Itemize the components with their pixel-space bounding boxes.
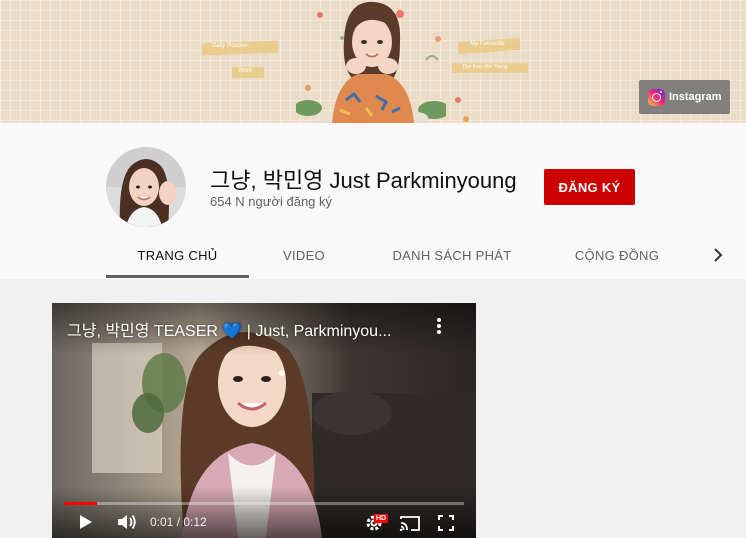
tab-community[interactable]: CỘNG ĐỒNG [558, 233, 676, 277]
video-title[interactable]: 그냥, 박민영 TEASER 💙 | Just, Parkminyou... [67, 317, 427, 341]
channel-header: 그냥, 박민영 Just Parkminyoung 654 N người đă… [0, 123, 746, 279]
tab-home[interactable]: TRANG CHỦ [106, 233, 249, 277]
banner-tag-3: My Favourite [470, 41, 505, 47]
instagram-link-button[interactable]: Instagram [639, 80, 730, 114]
featured-video-player[interactable]: 그냥, 박민영 TEASER 💙 | Just, Parkminyou... 0… [52, 303, 476, 538]
chevron-right-icon[interactable] [708, 245, 728, 265]
volume-icon[interactable] [116, 513, 138, 531]
active-tab-indicator [106, 275, 249, 278]
more-vert-icon[interactable] [430, 315, 448, 337]
banner-tag-4: Tips from Min Young [462, 64, 508, 70]
channel-avatar[interactable] [106, 147, 186, 227]
cast-icon[interactable] [399, 515, 421, 532]
channel-tabs: TRANG CHỦ VIDEO DANH SÁCH PHÁT CỘNG ĐỒNG [106, 233, 746, 279]
fullscreen-icon[interactable] [437, 514, 455, 532]
subscriber-count: 654 N người đăng ký [210, 194, 333, 209]
avatar-image [106, 147, 186, 227]
banner-person-image [296, 1, 446, 123]
channel-banner: Daily Routine Work My Favourite Tips fro… [0, 0, 746, 123]
instagram-link-label: Instagram [669, 91, 722, 103]
hd-badge: HD [374, 514, 389, 523]
video-progress-bar[interactable] [64, 502, 464, 505]
banner-tag-1: Daily Routine [212, 43, 248, 49]
banner-tag-2: Work [238, 68, 252, 74]
video-progress-fill [64, 502, 98, 505]
instagram-icon [648, 88, 665, 106]
subscribe-button[interactable]: ĐĂNG KÝ [544, 169, 635, 205]
video-time-display: 0:01 / 0:12 [150, 515, 207, 529]
channel-name[interactable]: 그냥, 박민영 Just Parkminyoung [210, 163, 517, 195]
play-icon[interactable] [78, 513, 94, 531]
tab-videos[interactable]: VIDEO [266, 233, 342, 277]
tab-playlists[interactable]: DANH SÁCH PHÁT [378, 233, 526, 277]
